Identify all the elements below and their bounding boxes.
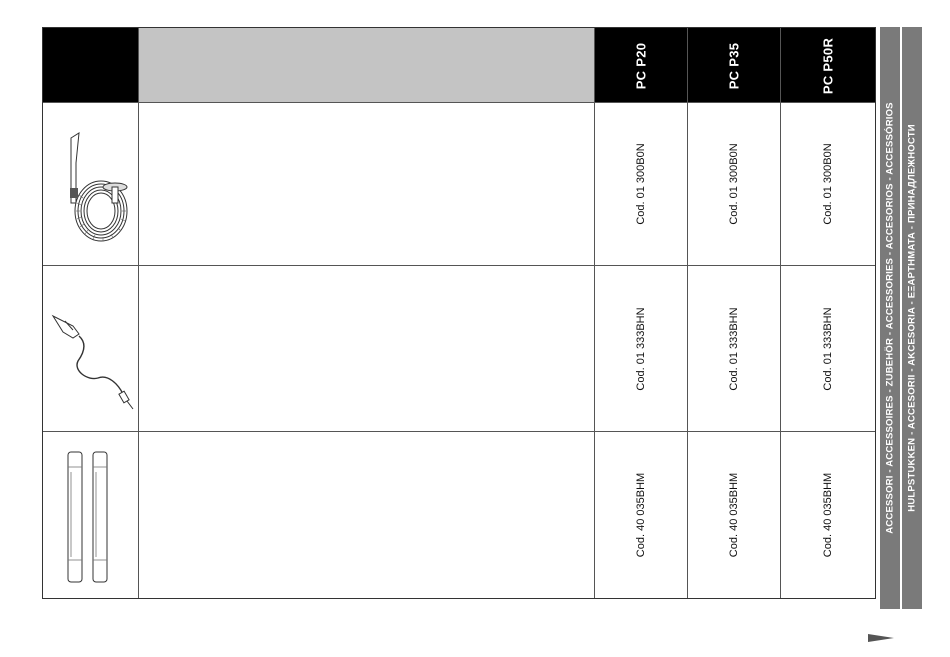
hose-icon — [70, 132, 128, 242]
product-code: Cod. 01 300B0N — [728, 143, 740, 225]
side-banner-accessories: ACCESSORI - ACCESSOIRES - ZUBEHÖR - ACCE… — [880, 27, 900, 609]
header-model-cell: PC P35 — [688, 28, 780, 103]
code-cell: Cod. 01 333BHN — [688, 266, 780, 431]
side-banner-line-1: ACCESSORI - ACCESSOIRES - ZUBEHÖR - ACCE… — [884, 102, 896, 534]
model-label-pc-p50r: PC P50R — [820, 37, 836, 94]
model-label-pc-p35: PC P35 — [726, 42, 742, 89]
model-label-pc-p20: PC P20 — [633, 42, 649, 89]
code-cell: Cod. 40 035BHM — [781, 432, 875, 598]
table-row-description — [139, 266, 594, 431]
header-image-cell — [43, 28, 139, 103]
product-code: Cod. 40 035BHM — [635, 472, 647, 558]
product-code: Cod. 01 300B0N — [635, 143, 647, 225]
header-model-cell: PC P50R — [781, 28, 875, 103]
header-model-cell: PC P20 — [595, 28, 687, 103]
table-row-image — [43, 432, 138, 598]
code-cell: Cod. 01 300B0N — [781, 103, 875, 265]
accessories-table: PC P20 PC P35 PC P50R Cod. 01 300B0N Cod… — [42, 27, 876, 599]
product-code: Cod. 01 333BHN — [728, 306, 740, 391]
code-cell: Cod. 01 333BHN — [595, 266, 687, 431]
table-row-description — [139, 103, 594, 265]
header-description-cell — [139, 28, 595, 103]
table-row-image — [43, 266, 138, 431]
code-cell: Cod. 01 300B0N — [688, 103, 780, 265]
product-code: Cod. 40 035BHM — [728, 472, 740, 558]
product-code: Cod. 01 333BHN — [822, 306, 834, 391]
side-banner-hulpstukken: HULPSTUKKEN - ACCESORII - AKCESORIA - ΕΞ… — [902, 27, 922, 609]
code-cell: Cod. 01 333BHN — [781, 266, 875, 431]
product-code: Cod. 40 035BHM — [822, 472, 834, 558]
side-banner-line-2: HULPSTUKKEN - ACCESORII - AKCESORIA - ΕΞ… — [906, 124, 918, 512]
table-row-image — [43, 103, 138, 265]
code-cell: Cod. 40 035BHM — [688, 432, 780, 598]
tubes-icon — [67, 451, 108, 583]
table-row-description — [139, 432, 594, 598]
code-cell: Cod. 40 035BHM — [595, 432, 687, 598]
cable-icon — [51, 314, 134, 410]
code-cell: Cod. 01 300B0N — [595, 103, 687, 265]
product-code: Cod. 01 333BHN — [635, 306, 647, 391]
next-page-arrow-icon — [868, 634, 894, 642]
product-code: Cod. 01 300B0N — [822, 143, 834, 225]
